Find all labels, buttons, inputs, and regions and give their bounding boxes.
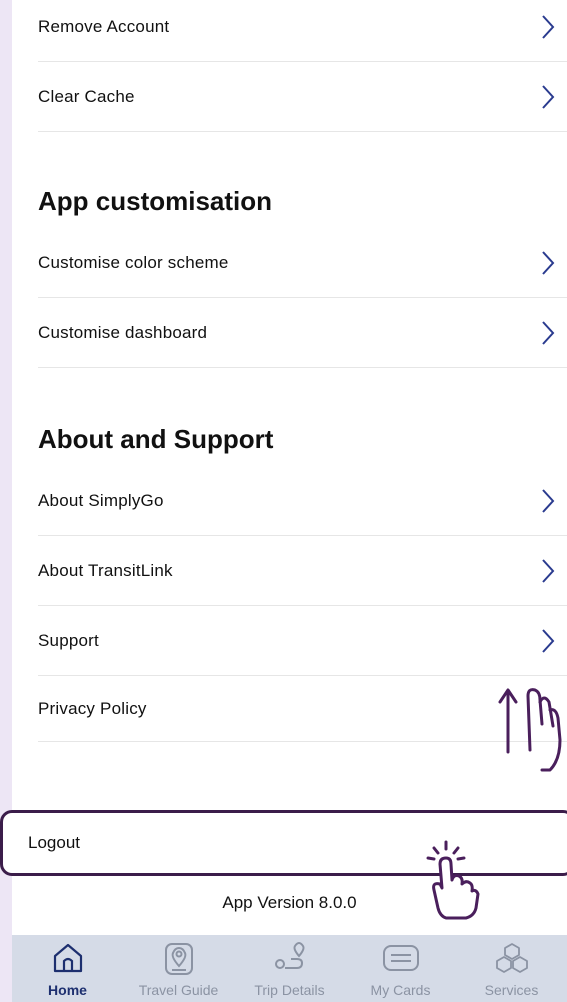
tab-home[interactable]: Home <box>12 935 123 1002</box>
tab-my-cards[interactable]: My Cards <box>345 935 456 1002</box>
tab-trip-details[interactable]: Trip Details <box>234 935 345 1002</box>
bottom-tab-bar: Home Travel Guide Trip Details My Cards … <box>12 935 567 1002</box>
customise-dashboard-row[interactable]: Customise dashboard <box>38 298 567 368</box>
logout-label: Logout <box>28 833 80 852</box>
support-row[interactable]: Support <box>38 606 567 676</box>
privacy-policy-label: Privacy Policy <box>38 698 147 718</box>
customise-color-scheme-row[interactable]: Customise color scheme <box>38 228 567 298</box>
tab-services-label: Services <box>484 982 539 998</box>
remove-account-row[interactable]: Remove Account <box>38 0 567 62</box>
customise-dashboard-label: Customise dashboard <box>38 322 208 342</box>
route-icon <box>274 942 304 969</box>
section-title-about-support: About and Support <box>38 424 274 454</box>
app-version-label: App Version 8.0.0 <box>222 893 357 912</box>
chevron-right-icon <box>542 488 555 513</box>
tab-services[interactable]: Services <box>456 935 567 1002</box>
home-icon <box>53 943 82 973</box>
footer-area: App Version 8.0.0 Home Travel Guide Trip… <box>12 880 567 1002</box>
map-pin-icon <box>164 943 193 975</box>
services-icon <box>495 943 528 973</box>
chevron-right-icon <box>542 250 555 275</box>
customise-color-scheme-label: Customise color scheme <box>38 252 229 272</box>
tab-trip-details-label: Trip Details <box>254 982 325 998</box>
clear-cache-label: Clear Cache <box>38 86 135 106</box>
chevron-right-icon <box>542 14 555 39</box>
about-simplygo-label: About SimplyGo <box>38 490 164 510</box>
section-title-app-customisation: App customisation <box>38 186 273 216</box>
card-icon <box>382 945 419 971</box>
chevron-right-icon <box>542 628 555 653</box>
about-simplygo-row[interactable]: About SimplyGo <box>38 466 567 536</box>
clear-cache-row[interactable]: Clear Cache <box>38 62 567 132</box>
support-label: Support <box>38 630 99 650</box>
about-transitlink-label: About TransitLink <box>38 560 173 580</box>
tab-travel-guide[interactable]: Travel Guide <box>123 935 234 1002</box>
chevron-right-icon <box>542 320 555 345</box>
tab-home-label: Home <box>48 982 87 998</box>
chevron-right-icon <box>542 558 555 583</box>
tab-my-cards-label: My Cards <box>370 982 431 998</box>
swipe-up-gesture-icon <box>498 688 562 772</box>
chevron-right-icon <box>542 84 555 109</box>
privacy-policy-row[interactable]: Privacy Policy <box>38 676 567 742</box>
tab-travel-guide-label: Travel Guide <box>138 982 219 998</box>
about-transitlink-row[interactable]: About TransitLink <box>38 536 567 606</box>
remove-account-label: Remove Account <box>38 16 170 36</box>
